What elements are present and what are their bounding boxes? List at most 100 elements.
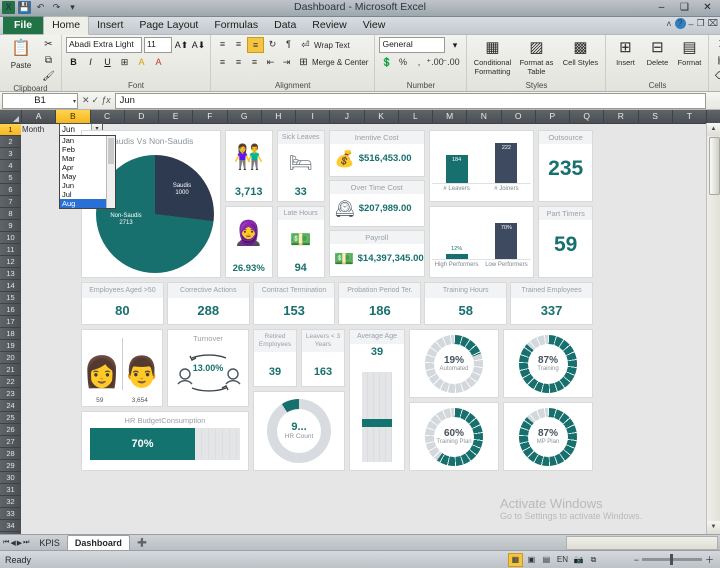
last-sheet-icon[interactable]: ⏭ <box>23 539 29 547</box>
rtl-icon[interactable]: ¶ <box>281 37 296 51</box>
cell-styles-button[interactable]: ▩ Cell Styles <box>559 37 601 68</box>
shrink-font-icon[interactable]: A⬇ <box>191 38 206 52</box>
ribbon-restore-icon[interactable]: ❐ <box>697 18 705 29</box>
select-all-button[interactable] <box>0 110 22 123</box>
cell-a1[interactable]: Month <box>21 124 60 135</box>
align-bottom-icon[interactable]: ≡ <box>247 37 264 53</box>
align-left-icon[interactable]: ≡ <box>215 55 230 69</box>
ribbon-tabs[interactable]: File Home Insert Page Layout Formulas Da… <box>0 16 720 35</box>
row-header-34[interactable]: 34 <box>0 520 21 532</box>
column-header-p[interactable]: P <box>536 110 570 123</box>
zoom-out-icon[interactable]: − <box>634 555 639 565</box>
decrease-decimal-icon[interactable]: ⁻.00 <box>442 55 459 69</box>
page-break-view-icon[interactable]: ▤ <box>540 554 553 566</box>
collapse-ribbon-icon[interactable]: ˄ <box>666 19 671 29</box>
row-header-22[interactable]: 22 <box>0 376 21 388</box>
bold-button[interactable]: B <box>66 55 81 69</box>
window-controls[interactable]: – ❑ ✕ <box>650 0 719 15</box>
zoom-slider-handle[interactable] <box>669 554 673 565</box>
column-header-e[interactable]: E <box>159 110 194 123</box>
formula-input[interactable]: Jun <box>114 92 706 109</box>
maximize-button[interactable]: ❑ <box>673 0 696 15</box>
row-header-25[interactable]: 25 <box>0 412 21 424</box>
currency-icon[interactable]: 💲 <box>379 55 394 69</box>
language-indicator[interactable]: EN <box>555 554 570 566</box>
align-middle-icon[interactable]: ≡ <box>231 37 246 51</box>
row-header-6[interactable]: 6 <box>0 184 21 196</box>
ribbon-minimize-icon[interactable]: – <box>689 19 694 29</box>
row-header-2[interactable]: 2 <box>0 136 21 148</box>
ribbon-close-icon[interactable]: ⌧ <box>708 18 718 29</box>
vertical-scrollbar[interactable]: ▲ ▼ <box>706 123 720 534</box>
scroll-up-icon[interactable]: ▲ <box>707 123 720 136</box>
row-header-23[interactable]: 23 <box>0 388 21 400</box>
column-header-m[interactable]: M <box>433 110 468 123</box>
name-box-arrow-icon[interactable]: ▾ <box>73 96 76 109</box>
column-header-d[interactable]: D <box>125 110 159 123</box>
decrease-indent-icon[interactable]: ⇤ <box>263 55 278 69</box>
column-header-o[interactable]: O <box>502 110 536 123</box>
row-header-11[interactable]: 11 <box>0 244 21 256</box>
insert-cells-button[interactable]: ⊞ Insert <box>610 37 640 68</box>
row-header-17[interactable]: 17 <box>0 316 21 328</box>
sheet-tab-dashboard[interactable]: Dashboard <box>66 535 130 550</box>
tab-formulas[interactable]: Formulas <box>206 17 266 34</box>
zoom-control[interactable]: − ＋ <box>634 553 714 566</box>
comma-style-icon[interactable]: , <box>411 55 426 69</box>
dropdown-scroll-thumb[interactable] <box>108 138 114 164</box>
row-header-7[interactable]: 7 <box>0 196 21 208</box>
ribbon-help-controls[interactable]: ˄ ? – ❐ ⌧ <box>666 18 718 29</box>
row-header-14[interactable]: 14 <box>0 280 21 292</box>
format-painter-button[interactable]: 🖌 <box>40 69 57 84</box>
column-header-l[interactable]: L <box>399 110 433 123</box>
tab-home[interactable]: Home <box>43 16 90 35</box>
row-header-18[interactable]: 18 <box>0 328 21 340</box>
first-sheet-icon[interactable]: ⏮ <box>3 539 9 547</box>
column-header-g[interactable]: G <box>228 110 262 123</box>
row-header-3[interactable]: 3 <box>0 148 21 160</box>
row-header-28[interactable]: 28 <box>0 448 21 460</box>
insert-function-icon[interactable]: ƒx <box>101 95 111 106</box>
increase-indent-icon[interactable]: ⇥ <box>279 55 294 69</box>
row-header-21[interactable]: 21 <box>0 364 21 376</box>
orientation-icon[interactable]: ↻ <box>265 37 280 51</box>
horizontal-scrollbar[interactable] <box>566 536 718 550</box>
column-header-c[interactable]: C <box>91 110 125 123</box>
borders-icon[interactable]: ⊞ <box>117 55 132 69</box>
align-top-icon[interactable]: ≡ <box>215 37 230 51</box>
vertical-scroll-thumb[interactable] <box>709 137 720 195</box>
camera-icon[interactable]: 📷 <box>572 554 585 566</box>
row-header-27[interactable]: 27 <box>0 436 21 448</box>
next-sheet-icon[interactable]: ▶ <box>17 539 22 547</box>
align-center-icon[interactable]: ≡ <box>231 55 246 69</box>
row-header-15[interactable]: 15 <box>0 292 21 304</box>
percent-style-icon[interactable]: % <box>395 55 410 69</box>
column-header-a[interactable]: A <box>22 110 57 123</box>
prev-sheet-icon[interactable]: ◀ <box>10 539 15 547</box>
column-header-b[interactable]: B <box>56 110 91 123</box>
row-header-26[interactable]: 26 <box>0 424 21 436</box>
font-name-input[interactable]: Abadi Extra Light <box>66 37 142 53</box>
italic-button[interactable]: I <box>83 55 98 69</box>
row-header-5[interactable]: 5 <box>0 172 21 184</box>
row-header-31[interactable]: 31 <box>0 484 21 496</box>
row-header-16[interactable]: 16 <box>0 304 21 316</box>
paste-button[interactable]: 📋 Paste <box>4 37 38 71</box>
enter-formula-icon[interactable]: ✓ <box>92 95 100 106</box>
new-sheet-button[interactable]: ➕ <box>130 536 154 550</box>
row-header-8[interactable]: 8 <box>0 208 21 220</box>
macro-record-icon[interactable]: ⧉ <box>587 554 600 566</box>
row-header-9[interactable]: 9 <box>0 220 21 232</box>
row-header-24[interactable]: 24 <box>0 400 21 412</box>
format-cells-button[interactable]: ▤ Format <box>674 37 704 68</box>
dropdown-scrollbar[interactable] <box>106 136 115 208</box>
fill-button[interactable]: ▣ Fill <box>713 53 720 68</box>
normal-view-icon[interactable]: ▦ <box>507 552 523 567</box>
view-mode-buttons[interactable]: ▦ ▣ ▤ EN 📷 ⧉ <box>507 552 600 567</box>
tab-review[interactable]: Review <box>304 17 354 34</box>
zoom-slider[interactable] <box>641 554 702 565</box>
close-button[interactable]: ✕ <box>696 0 719 15</box>
column-header-f[interactable]: F <box>193 110 228 123</box>
row-header-10[interactable]: 10 <box>0 232 21 244</box>
grow-font-icon[interactable]: A⬆ <box>174 38 189 52</box>
